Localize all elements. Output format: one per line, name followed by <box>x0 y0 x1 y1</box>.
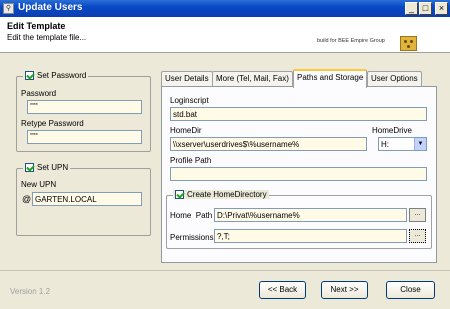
tab-user-options[interactable]: User Options <box>367 71 422 87</box>
permissions-browse-button[interactable]: ... <box>409 229 426 243</box>
set-upn-label: Set UPN <box>37 163 69 172</box>
set-password-label: Set Password <box>37 71 87 80</box>
page-subtitle: Edit the template file... <box>7 33 87 42</box>
create-homedir-checkbox[interactable]: Create HomeDirectory <box>173 190 269 199</box>
page-title: Edit Template <box>7 21 66 31</box>
set-password-checkbox[interactable]: Set Password <box>23 71 89 80</box>
retype-password-label: Retype Password <box>21 119 84 128</box>
password-field[interactable]: **** <box>27 100 142 114</box>
tab-user-details[interactable]: User Details <box>161 71 213 87</box>
brand-text: build for BEE Empire Group <box>317 38 385 44</box>
profile-path-field[interactable] <box>170 167 427 181</box>
retype-password-field[interactable]: **** <box>27 130 142 144</box>
password-label: Password <box>21 89 57 98</box>
wizard-header: Edit Template Edit the template file... … <box>0 17 450 53</box>
bee-logo-icon <box>400 36 417 51</box>
homedrive-label: HomeDrive <box>372 126 413 135</box>
home-path-browse-button[interactable]: ... <box>409 208 426 222</box>
tab-more-contact[interactable]: More (Tel, Mail, Fax) <box>212 71 293 87</box>
checkbox-checked-icon[interactable] <box>25 71 34 80</box>
minimize-button[interactable]: _ <box>405 2 418 15</box>
new-upn-label: New UPN <box>21 180 57 189</box>
permissions-label: Permissions: <box>170 233 216 242</box>
upn-suffix-field[interactable]: GARTEN.LOCAL <box>32 192 142 206</box>
chevron-down-icon[interactable]: ▼ <box>414 138 426 150</box>
app-icon[interactable]: ⚲ <box>3 3 14 14</box>
at-sign-label: @ <box>22 194 32 204</box>
loginscript-label: Loginscript <box>170 96 209 105</box>
home-path-label: Home Path <box>170 211 213 220</box>
homedir-label: HomeDir <box>170 126 202 135</box>
back-button[interactable]: << Back <box>259 281 306 299</box>
maximize-button[interactable]: □ <box>419 2 432 15</box>
homedir-field[interactable]: \\xserver\userdrives$\%username% <box>170 137 367 151</box>
checkbox-checked-icon[interactable] <box>175 190 184 199</box>
checkbox-checked-icon[interactable] <box>25 163 34 172</box>
homedrive-value: H: <box>381 140 389 149</box>
set-upn-checkbox[interactable]: Set UPN <box>23 163 71 172</box>
loginscript-field[interactable]: std.bat <box>170 107 427 121</box>
tab-paths-and-storage[interactable]: Paths and Storage <box>293 69 368 88</box>
version-label: Version 1.2 <box>10 287 51 296</box>
profile-path-label: Profile Path <box>170 156 212 165</box>
close-window-button[interactable]: × <box>435 2 448 15</box>
footer-separator <box>0 270 450 271</box>
homedrive-dropdown[interactable]: H: ▼ <box>378 137 427 151</box>
home-path-field[interactable]: D:\Privat\%username% <box>214 208 407 222</box>
title-bar[interactable]: ⚲ Update Users _ □ × <box>0 0 450 17</box>
create-homedir-label: Create HomeDirectory <box>187 190 267 199</box>
next-button[interactable]: Next >> <box>321 281 368 299</box>
window-title: Update Users <box>18 2 83 13</box>
permissions-field[interactable]: ?,T; <box>214 229 407 243</box>
close-button[interactable]: Close <box>386 281 435 299</box>
